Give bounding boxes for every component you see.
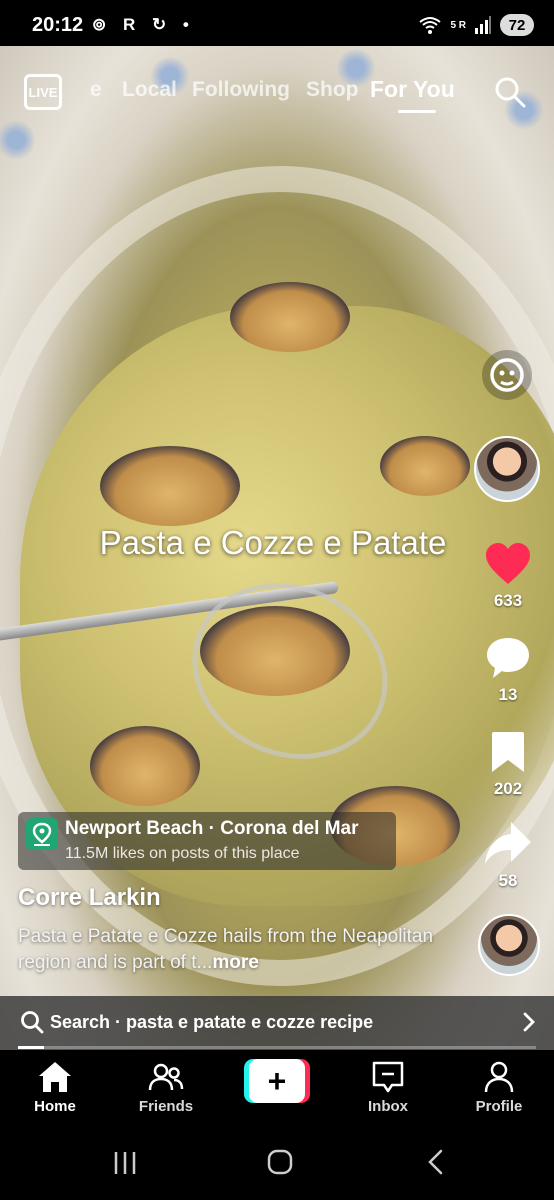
more-link[interactable]: more: [212, 952, 258, 973]
mussel-image: [90, 726, 200, 806]
creator-username[interactable]: Corre Larkin: [18, 884, 161, 912]
location-title: Newport Beach · Corona del Mar: [65, 818, 359, 839]
tab-partial[interactable]: e: [90, 78, 102, 102]
related-search-bar[interactable]: Search · pasta e patate e cozze recipe: [0, 996, 554, 1050]
battery-indicator: 72: [500, 14, 534, 36]
status-right-group: 5 R 72: [418, 14, 534, 36]
nav-friends[interactable]: Friends: [121, 1060, 211, 1115]
bookmark-icon: [492, 732, 524, 772]
save-button[interactable]: 202: [480, 730, 536, 799]
mussel-image: [380, 436, 470, 496]
system-nav-bar: [0, 1126, 554, 1200]
related-search-text: Search · pasta e patate e cozze recipe: [50, 1012, 374, 1032]
share-count: 58: [498, 871, 518, 890]
home-system-icon[interactable]: [266, 1148, 294, 1176]
nav-home[interactable]: Home: [10, 1060, 100, 1115]
status-time: 20:12: [32, 14, 84, 36]
video-progress-fill: [18, 1046, 44, 1049]
share-button[interactable]: 58: [480, 820, 536, 891]
comment-button[interactable]: 13: [480, 636, 536, 705]
inbox-icon: [372, 1061, 404, 1093]
tab-for-you[interactable]: For You: [370, 76, 455, 103]
friends-icon: [148, 1063, 184, 1091]
top-nav: LIVE e Local Following Shop For You: [0, 70, 554, 118]
location-subtitle: 11.5M likes on posts of this place: [65, 845, 300, 862]
active-tab-indicator: [398, 110, 436, 113]
like-count: 633: [493, 591, 523, 610]
status-notification-icons: ⊚ R ↻ •: [92, 15, 195, 34]
share-arrow-icon: [485, 822, 531, 864]
back-icon[interactable]: [426, 1148, 446, 1176]
sound-avatar[interactable]: [478, 914, 540, 976]
live-button[interactable]: LIVE: [24, 74, 62, 110]
flower-decoration: [0, 120, 36, 160]
mussel-image: [100, 446, 240, 526]
search-icon[interactable]: [494, 76, 526, 108]
heart-icon: [486, 543, 530, 584]
nav-profile-label: Profile: [475, 1098, 523, 1115]
nav-home-label: Home: [34, 1098, 76, 1115]
home-icon: [39, 1062, 71, 1092]
comment-icon: [487, 638, 529, 678]
profile-icon: [484, 1061, 514, 1093]
collab-button[interactable]: [482, 350, 532, 400]
location-pin-icon: [26, 818, 58, 850]
tab-following[interactable]: Following: [192, 78, 290, 102]
live-label: LIVE: [28, 84, 58, 100]
recent-apps-icon[interactable]: [112, 1150, 138, 1176]
nav-friends-label: Friends: [138, 1098, 194, 1115]
save-count: 202: [493, 779, 523, 798]
bottom-nav: Home Friends + Inbox Profile: [0, 1050, 554, 1126]
post-description: Pasta e Patate e Cozze hails from the Ne…: [18, 924, 448, 976]
mussel-image: [230, 282, 350, 352]
creator-avatar[interactable]: [474, 436, 540, 502]
video-progress-bar[interactable]: [18, 1046, 536, 1049]
tab-shop[interactable]: Shop: [306, 78, 359, 102]
nav-profile[interactable]: Profile: [454, 1060, 544, 1115]
signal-icon: [475, 16, 491, 34]
video-overlay-text: Pasta e Cozze e Patate: [99, 524, 447, 561]
chevron-right-icon: [523, 1012, 535, 1032]
nav-inbox[interactable]: Inbox: [343, 1060, 433, 1115]
like-button[interactable]: 633: [480, 542, 536, 611]
comment-count: 13: [498, 685, 518, 704]
collab-icon: [490, 358, 524, 392]
search-icon: [21, 1011, 44, 1034]
network-label: 5 R: [450, 19, 466, 31]
tab-local[interactable]: Local: [122, 78, 177, 102]
nav-inbox-label: Inbox: [368, 1098, 408, 1115]
create-button[interactable]: +: [244, 1059, 310, 1103]
plus-icon: +: [249, 1059, 305, 1103]
location-card[interactable]: Newport Beach · Corona del Mar 11.5M lik…: [18, 812, 396, 870]
status-bar: 20:12 ⊚ R ↻ • 5 R 72: [0, 0, 554, 50]
wifi-icon: [419, 17, 442, 34]
